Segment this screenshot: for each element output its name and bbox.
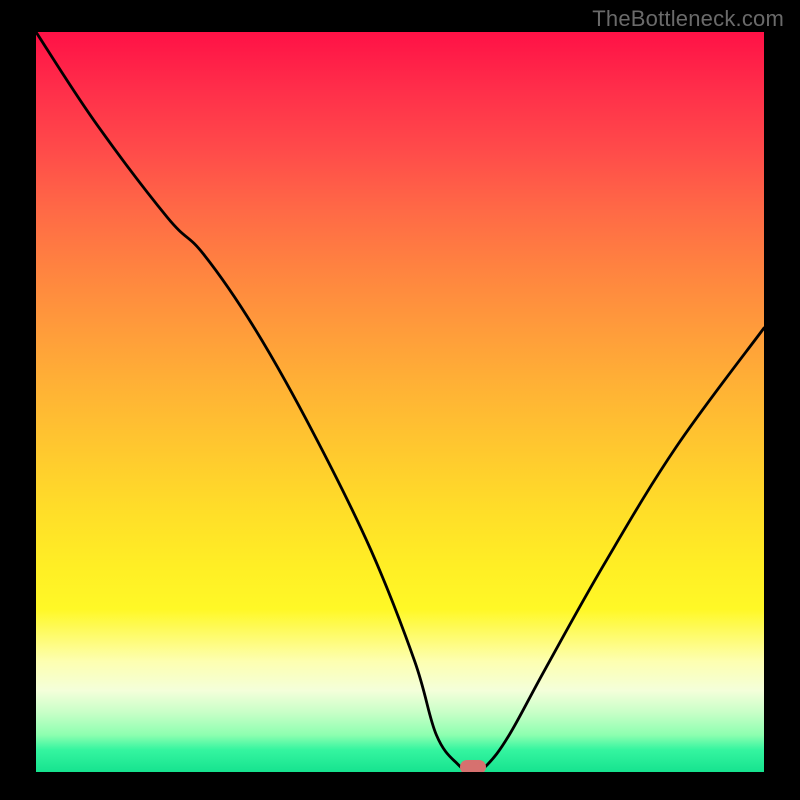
plot-area — [36, 32, 764, 772]
bottleneck-curve — [36, 32, 764, 772]
curve-path — [36, 32, 764, 772]
min-marker — [460, 760, 486, 772]
chart-frame: TheBottleneck.com — [0, 0, 800, 800]
watermark-text: TheBottleneck.com — [592, 6, 784, 32]
